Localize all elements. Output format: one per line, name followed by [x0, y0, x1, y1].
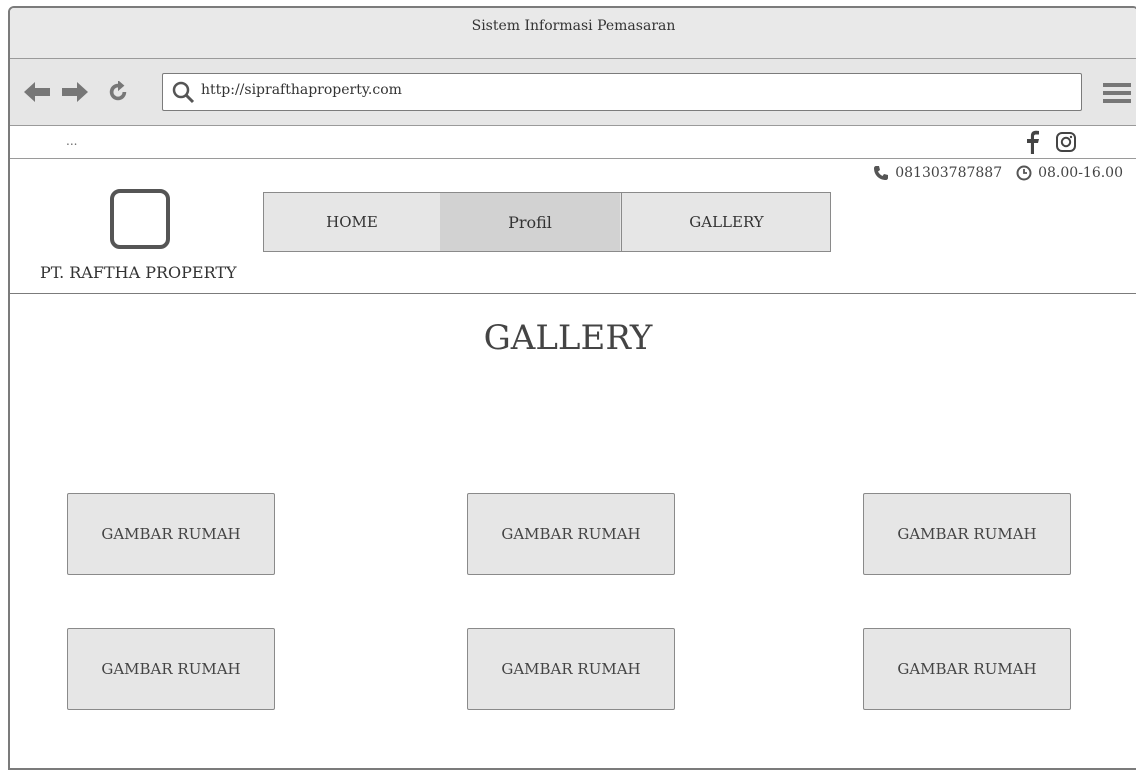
contact-info: 081303787887 08.00-16.00 — [873, 165, 1123, 181]
main-menu: HOME Profil GALLERY — [263, 192, 831, 252]
gallery-item[interactable]: GAMBAR RUMAH — [467, 628, 675, 710]
menu-item-gallery[interactable]: GALLERY — [621, 193, 831, 251]
instagram-icon[interactable] — [1055, 130, 1077, 154]
address-bar[interactable]: http://siprafthaproperty.com — [162, 73, 1082, 111]
clock-icon — [1016, 165, 1032, 181]
menu-item-home[interactable]: HOME — [264, 193, 440, 251]
forward-arrow-icon[interactable] — [62, 81, 88, 103]
url-text: http://siprafthaproperty.com — [201, 82, 402, 98]
phone-icon — [873, 165, 889, 181]
gallery-item[interactable]: GAMBAR RUMAH — [467, 493, 675, 575]
social-links — [1021, 130, 1077, 154]
facebook-icon[interactable] — [1021, 130, 1043, 154]
window-titlebar: Sistem Informasi Pemasaran — [10, 8, 1136, 59]
browser-toolbar: http://siprafthaproperty.com — [10, 59, 1136, 126]
hamburger-menu-icon[interactable] — [1103, 81, 1131, 105]
menu-item-profil[interactable]: Profil — [440, 193, 620, 251]
company-name: PT. RAFTHA PROPERTY — [40, 263, 237, 282]
gallery-item[interactable]: GAMBAR RUMAH — [67, 493, 275, 575]
company-logo[interactable] — [110, 189, 170, 249]
window-title: Sistem Informasi Pemasaran — [471, 18, 676, 34]
gallery-item[interactable]: GAMBAR RUMAH — [863, 493, 1071, 575]
reload-icon[interactable] — [106, 80, 130, 103]
top-info-strip: ... — [10, 126, 1136, 159]
gallery-item[interactable]: GAMBAR RUMAH — [67, 628, 275, 710]
page-title: GALLERY — [483, 318, 653, 358]
site-header: 081303787887 08.00-16.00 PT. RAFTHA PROP… — [10, 159, 1136, 294]
office-hours: 08.00-16.00 — [1038, 165, 1123, 181]
topbar-dots: ... — [66, 134, 78, 148]
back-arrow-icon[interactable] — [24, 81, 50, 103]
search-icon — [171, 80, 195, 104]
gallery-item[interactable]: GAMBAR RUMAH — [863, 628, 1071, 710]
phone-number: 081303787887 — [895, 165, 1003, 181]
